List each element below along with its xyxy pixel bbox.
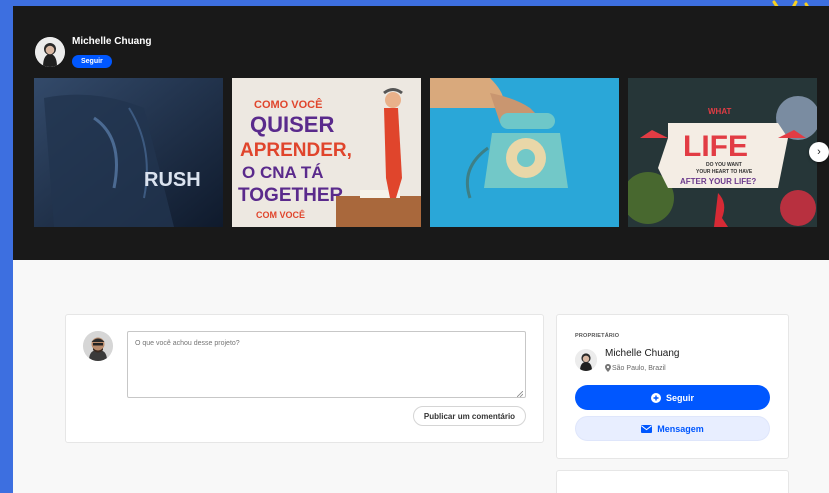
thumbnail-what-life[interactable]: WHAT LIFE DO YOU WANT YOUR HEART TO HAVE… [628,78,817,227]
thumbnail-rush-text: RUSH [144,169,201,191]
life-line-1: WHAT [708,107,732,116]
life-line-3: DO YOU WANT [706,162,742,168]
cna-line-5: TOGETHER [238,185,343,206]
cna-line-6: COM VOCÊ [256,209,305,220]
life-line-2: LIFE [683,130,748,163]
owner-name[interactable]: Michelle Chuang [72,36,151,47]
plus-circle-icon [650,392,661,403]
owner-card: PROPRIETÁRIO Michelle Chuang São Paulo, … [556,314,789,459]
location-pin-icon [605,364,611,372]
resize-handle-icon[interactable] [517,391,523,397]
follow-button-label: Seguir [665,392,694,403]
owner-card-avatar[interactable] [575,349,597,371]
project-details-area: Publicar um comentário PROPRIETÁRIO Mich… [13,260,829,493]
follow-button-small[interactable]: Seguir [72,55,112,68]
owner-card-name[interactable]: Michelle Chuang [605,348,680,359]
comment-card: Publicar um comentário [65,314,544,443]
envelope-icon [641,424,653,433]
publish-comment-button[interactable]: Publicar um comentário [413,406,526,426]
thumbnail-rush[interactable]: RUSH [34,78,223,227]
owner-location: São Paulo, Brazil [605,364,666,372]
owner-section-label: PROPRIETÁRIO [575,333,620,339]
life-line-4: YOUR HEART TO HAVE [696,169,753,175]
follow-button[interactable]: Seguir [575,385,770,410]
carousel-next-button[interactable]: › [809,142,829,162]
cna-line-4: O CNA TÁ [242,163,324,182]
current-user-avatar [83,331,113,361]
owner-location-text: São Paulo, Brazil [612,364,666,372]
project-gallery-panel: Michelle Chuang Seguir RUSH COMO VOCÊ QU… [13,6,829,260]
thumbnail-carousel: RUSH COMO VOCÊ QUISER APRENDER, O CNA TÁ… [34,78,817,227]
comment-textarea[interactable] [127,331,526,398]
message-button-label: Mensagem [657,423,704,434]
project-owner: Michelle Chuang Seguir [35,36,151,68]
next-project-card [556,470,789,493]
owner-avatar[interactable] [35,37,65,67]
cna-line-3: APRENDER, [240,140,352,161]
chevron-right-icon: › [817,146,821,158]
message-button[interactable]: Mensagem [575,416,770,441]
thumbnail-telephone[interactable] [430,78,619,227]
thumbnail-cna[interactable]: COMO VOCÊ QUISER APRENDER, O CNA TÁ TOGE… [232,78,421,227]
cna-line-1: COMO VOCÊ [254,98,322,111]
life-line-5: AFTER YOUR LIFE? [680,177,756,186]
cna-line-2: QUISER [250,112,334,137]
